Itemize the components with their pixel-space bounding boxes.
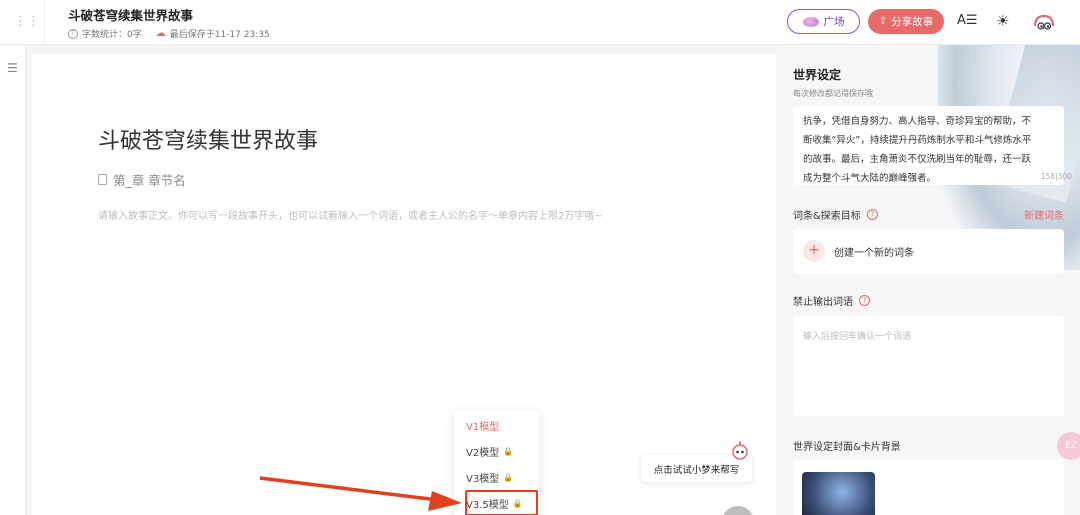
chapter-placeholder: 第_章 章节名 <box>113 173 186 188</box>
world-settings-text: 抗争，凭借自身努力、高人指导、奇珍异宝的帮助，不 断收集“异火”，持续提升丹药炼… <box>803 116 1032 184</box>
world-settings-subtitle: 每次修改都记得保存哦 <box>793 89 873 98</box>
document-title: 斗破苍穹续集世界故事 <box>68 8 194 23</box>
world-settings-textarea[interactable]: 抗争，凭借自身努力、高人指导、奇珍异宝的帮助，不 断收集“异火”，持续提升丹药炼… <box>793 106 1064 185</box>
world-settings-title: 世界设定 <box>793 68 842 82</box>
planet-icon <box>802 16 819 27</box>
share-story-button[interactable]: ⇪ 分享故事 <box>868 9 944 34</box>
document-meta: T 字数统计：0字 ☁ 最后保存于11-17 23:35 <box>68 27 270 40</box>
lock-icon: 🔒 <box>503 447 514 456</box>
document-icon <box>98 174 107 185</box>
help-icon[interactable]: ? <box>866 209 878 220</box>
hamburger-icon[interactable]: ☰ <box>7 61 18 75</box>
editor-area[interactable]: 斗破苍穹续集世界故事 第_章 章节名 请输入故事正文。你可以写一段故事开头，也可… <box>32 54 776 515</box>
ban-words-input[interactable]: 输入后按回车确认一个词语 <box>793 316 1064 416</box>
cloud-save-icon: ☁ <box>155 28 166 39</box>
grid-menu-icon[interactable]: ⋮⋮ <box>14 14 40 30</box>
ban-words-placeholder: 输入后按回车确认一个词语 <box>803 332 912 342</box>
word-count-icon: T <box>68 28 78 39</box>
chapter-name-field[interactable]: 第_章 章节名 <box>98 170 186 189</box>
last-saved: 最后保存于11-17 23:35 <box>169 30 270 40</box>
theme-toggle-icon[interactable]: ☀ <box>996 12 1009 30</box>
story-body-input[interactable]: 请输入故事正文。你可以写一段故事开头，也可以试着输入一个词语，或者主人公的名字～… <box>98 207 603 222</box>
lock-icon: 🔒 <box>503 473 514 482</box>
font-settings-icon[interactable]: A☰ <box>957 13 978 28</box>
robot-icon[interactable] <box>730 441 750 461</box>
highlight-box <box>465 490 538 515</box>
plaza-label: 广场 <box>823 16 845 28</box>
model-option-v2[interactable]: V2模型 🔒 <box>466 444 513 459</box>
entry-section-label: 词条&探索目标 ? <box>793 207 878 222</box>
ban-section-label: 禁止输出词语 ? <box>793 293 870 308</box>
char-count: 158|300 <box>1040 172 1072 181</box>
create-entry-label: 创建一个新的词条 <box>834 248 914 259</box>
world-settings-panel: 世界设定 每次修改都记得保存哦 抗争，凭借自身努力、高人指导、奇珍异宝的帮助，不… <box>778 45 1080 515</box>
create-entry-button[interactable]: + 创建一个新的词条 <box>793 229 1064 274</box>
new-entry-link[interactable]: 新建词条 <box>1024 207 1064 222</box>
mascot-avatar-icon[interactable] <box>1032 12 1056 34</box>
cover-thumbnail[interactable] <box>802 472 875 515</box>
story-title[interactable]: 斗破苍穹续集世界故事 <box>98 123 318 155</box>
model-option-v1[interactable]: V1模型 <box>466 418 499 433</box>
share-icon: ⇪ <box>878 16 888 27</box>
word-count: 字数统计：0字 <box>82 30 142 40</box>
cover-section-label: 世界设定封面&卡片背景 <box>793 442 901 453</box>
topbar-divider <box>44 0 45 45</box>
cover-card[interactable] <box>793 460 1064 515</box>
floating-assistant-button[interactable]: EZ <box>1057 432 1080 460</box>
side-menu: ☰ <box>0 45 26 515</box>
plaza-button[interactable]: 广场 <box>787 9 860 34</box>
share-label: 分享故事 <box>891 16 934 28</box>
plus-icon: + <box>803 240 825 262</box>
model-option-v3[interactable]: V3模型 🔒 <box>466 470 513 485</box>
help-icon[interactable]: ? <box>859 295 870 306</box>
